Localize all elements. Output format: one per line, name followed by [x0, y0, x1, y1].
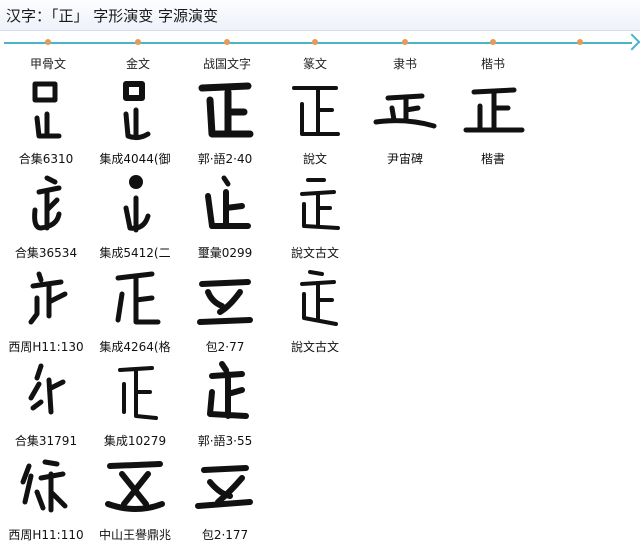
bronze-glyph-image — [100, 264, 170, 334]
glyph-caption: 集成4264(格 — [99, 340, 171, 354]
glyph-caption: 集成4044(御 — [99, 152, 171, 166]
glyph-caption: 說文古文 — [290, 340, 340, 354]
era-label-seal: 篆文 — [302, 57, 328, 71]
era-label-warring-states: 战国文字 — [202, 57, 252, 71]
timeline-tick — [224, 39, 230, 45]
glyph-caption: 尹宙碑 — [386, 152, 424, 166]
glyph-caption: 集成10279 — [103, 434, 167, 448]
bronze-glyph-image — [100, 452, 170, 522]
timeline-tick — [312, 39, 318, 45]
glyph-caption: 包2·77 — [205, 340, 245, 354]
seal-glyph-image — [280, 170, 350, 240]
warring-states-glyph-image — [190, 76, 260, 146]
bronze-glyph-image — [100, 76, 170, 146]
era-label-clerical: 隶书 — [392, 57, 418, 71]
page-title: 汉字：「正」 字形演变 字源演变 — [6, 7, 219, 25]
glyph-caption: 西周H11:110 — [8, 528, 84, 542]
glyph-caption: 合集36534 — [14, 246, 78, 260]
timeline-tick — [577, 39, 583, 45]
timeline-line — [4, 42, 632, 44]
oracle-bone-glyph-image — [11, 264, 81, 334]
oracle-bone-glyph-image — [11, 358, 81, 428]
glyph-caption: 合集31791 — [14, 434, 78, 448]
timeline-tick — [45, 39, 51, 45]
glyph-caption: 郭·語3·55 — [197, 434, 253, 448]
era-label-oracle-bone: 甲骨文 — [29, 57, 67, 71]
glyph-caption: 集成5412(二 — [99, 246, 171, 260]
timeline-tick — [135, 39, 141, 45]
title-bar: 汉字：「正」 字形演变 字源演变 — [0, 0, 640, 31]
glyph-caption: 西周H11:130 — [8, 340, 84, 354]
warring-states-glyph-image — [190, 452, 260, 522]
warring-states-glyph-image — [190, 358, 260, 428]
bronze-glyph-image — [100, 170, 170, 240]
clerical-glyph-image — [370, 76, 440, 146]
oracle-bone-glyph-image — [11, 76, 81, 146]
era-label-bronze: 金文 — [125, 57, 151, 71]
glyph-caption: 說文 — [302, 152, 328, 166]
regular-glyph-image — [458, 76, 528, 146]
glyph-caption: 中山王譽鼎兆 — [98, 528, 172, 542]
timeline-arrow-icon — [623, 33, 640, 51]
glyph-caption: 璽彙0299 — [197, 246, 253, 260]
glyph-caption: 楷書 — [480, 152, 506, 166]
oracle-bone-glyph-image — [11, 452, 81, 522]
seal-glyph-image — [280, 264, 350, 334]
warring-states-glyph-image — [190, 170, 260, 240]
glyph-caption: 包2·177 — [201, 528, 249, 542]
glyph-caption: 說文古文 — [290, 246, 340, 260]
warring-states-glyph-image — [190, 264, 260, 334]
bronze-glyph-image — [100, 358, 170, 428]
glyph-caption: 郭·語2·40 — [197, 152, 253, 166]
glyph-caption: 合集6310 — [18, 152, 74, 166]
era-label-regular: 楷书 — [480, 57, 506, 71]
seal-glyph-image — [280, 76, 350, 146]
timeline-tick — [490, 39, 496, 45]
oracle-bone-glyph-image — [11, 170, 81, 240]
timeline-tick — [402, 39, 408, 45]
